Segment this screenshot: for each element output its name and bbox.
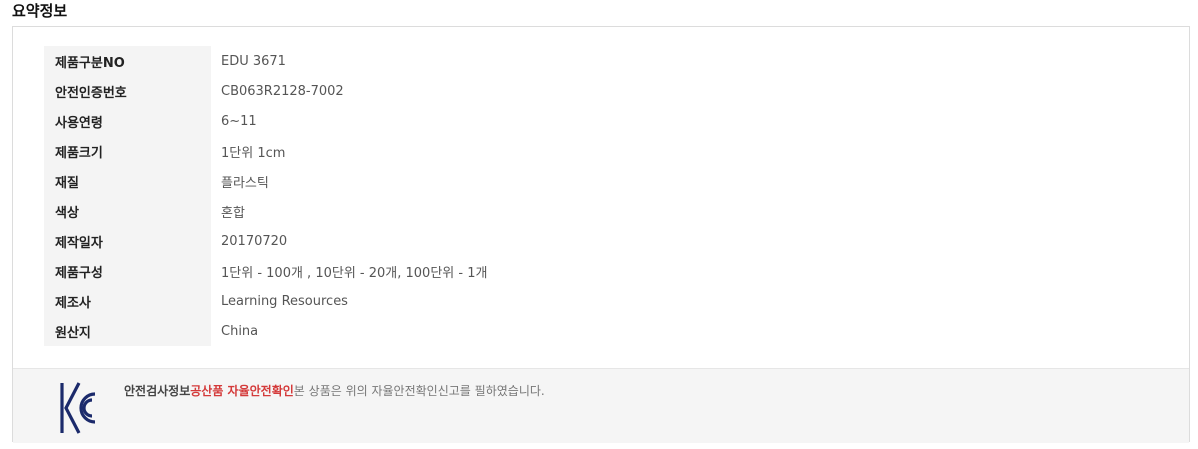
safety-certification-panel: 안전검사정보공산품 자율안전확인본 상품은 위의 자율안전확인신고를 필하였습니… — [13, 368, 1189, 443]
spec-value: 1단위 - 100개 , 10단위 - 20개, 100단위 - 1개 — [221, 265, 488, 281]
spec-value: EDU 3671 — [221, 53, 286, 69]
spec-value: 20170720 — [221, 233, 288, 249]
spec-label: 원산지 — [44, 316, 211, 346]
spec-value: 6~11 — [221, 113, 257, 129]
spec-table: 제품구분NO EDU 3671 안전인증번호 CB063R2128-7002 사… — [44, 46, 487, 346]
section-title: 요약정보 — [12, 2, 68, 20]
certification-label: 안전검사정보 — [124, 384, 191, 398]
spec-row: 제품구성 1단위 - 100개 , 10단위 - 20개, 100단위 - 1개 — [44, 256, 487, 286]
spec-row: 안전인증번호 CB063R2128-7002 — [44, 76, 487, 106]
spec-value: 혼합 — [221, 205, 245, 221]
spec-row: 색상 혼합 — [44, 196, 487, 226]
spec-value: Learning Resources — [221, 293, 348, 309]
spec-row: 재질 플라스틱 — [44, 166, 487, 196]
kc-mark-icon — [60, 382, 96, 434]
certification-text: 안전검사정보공산품 자율안전확인본 상품은 위의 자율안전확인신고를 필하였습니… — [124, 382, 545, 399]
spec-value: 1단위 1cm — [221, 145, 286, 161]
spec-row: 사용연령 6~11 — [44, 106, 487, 136]
certification-highlight: 공산품 자율안전확인 — [190, 384, 294, 398]
spec-label: 제품구성 — [44, 256, 211, 286]
spec-row: 제품크기 1단위 1cm — [44, 136, 487, 166]
spec-label: 제조사 — [44, 286, 211, 316]
spec-row: 제작일자 20170720 — [44, 226, 487, 256]
spec-label: 색상 — [44, 196, 211, 226]
spec-row: 원산지 China — [44, 316, 487, 346]
certification-description: 본 상품은 위의 자율안전확인신고를 필하였습니다. — [293, 384, 545, 398]
spec-row: 제조사 Learning Resources — [44, 286, 487, 316]
spec-label: 제품구분NO — [44, 46, 211, 76]
summary-info-box: 제품구분NO EDU 3671 안전인증번호 CB063R2128-7002 사… — [12, 26, 1190, 443]
spec-label: 제작일자 — [44, 226, 211, 256]
spec-label: 안전인증번호 — [44, 76, 211, 106]
spec-row: 제품구분NO EDU 3671 — [44, 46, 487, 76]
spec-value: 플라스틱 — [221, 175, 269, 191]
spec-value: CB063R2128-7002 — [221, 83, 344, 99]
spec-label: 재질 — [44, 166, 211, 196]
spec-value: China — [221, 323, 259, 339]
spec-label: 제품크기 — [44, 136, 211, 166]
spec-label: 사용연령 — [44, 106, 211, 136]
